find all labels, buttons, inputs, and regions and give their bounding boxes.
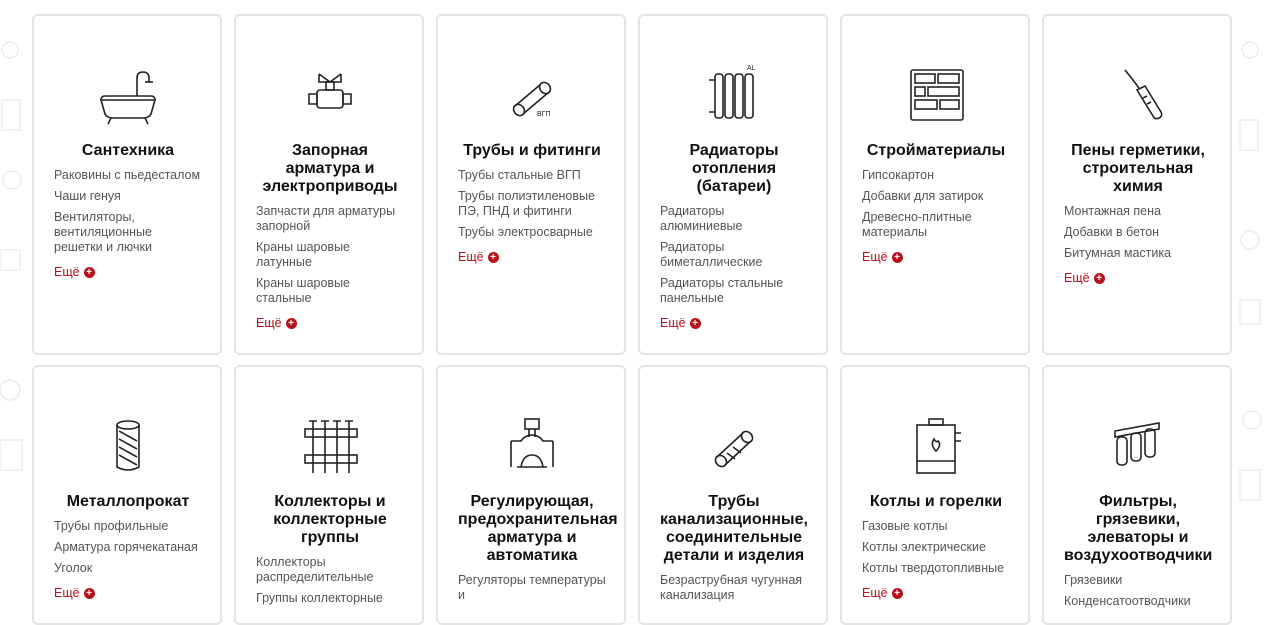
more-link[interactable]: Ещё + <box>458 250 499 264</box>
category-card[interactable]: Коллекторы и коллекторные группы Коллект… <box>234 365 424 625</box>
bricks-icon <box>910 69 964 121</box>
card-link[interactable]: Битумная мастика <box>1064 246 1212 261</box>
category-card[interactable]: Сантехника Раковины с пьедесталом Чаши г… <box>32 14 222 355</box>
card-link[interactable]: Конденсатоотводчики <box>1064 594 1212 609</box>
category-card[interactable]: Запорная арматура и электроприводы Запча… <box>234 14 424 355</box>
category-card[interactable]: Стройматериалы Гипсокартон Добавки для з… <box>840 14 1030 355</box>
metal-roll-icon <box>116 420 140 471</box>
category-card[interactable]: Регулирующая, предохранительная арматура… <box>436 365 626 625</box>
more-link[interactable]: Ещё + <box>256 316 297 330</box>
more-link[interactable]: Ещё + <box>1064 271 1105 285</box>
card-link[interactable]: Котлы электрические <box>862 540 1010 555</box>
card-title[interactable]: Регулирующая, предохранительная арматура… <box>458 493 618 565</box>
card-link[interactable]: Монтажная пена <box>1064 204 1212 219</box>
card-link[interactable]: Добавки для затирок <box>862 189 1010 204</box>
card-link[interactable]: Котлы твердотопливные <box>862 561 1010 576</box>
card-link[interactable]: Трубы полиэтиленовые ПЭ, ПНД и фитинги <box>458 189 606 219</box>
filter-icon <box>1114 422 1160 466</box>
manifold-icon <box>304 420 358 473</box>
card-title[interactable]: Фильтры, грязевики, элеваторы и воздухоо… <box>1064 493 1212 565</box>
more-label: Ещё <box>54 586 80 600</box>
card-link[interactable]: Трубы электросварные <box>458 225 606 240</box>
category-card[interactable]: AL Радиаторы отопления (батареи) Радиато… <box>638 14 828 355</box>
category-card[interactable]: ВГП Трубы и фитинги Трубы стальные ВГП Т… <box>436 14 626 355</box>
card-title[interactable]: Коллекторы и коллекторные группы <box>256 493 404 547</box>
plus-icon: + <box>487 251 499 263</box>
sewer-pipe-icon <box>714 430 754 468</box>
category-card[interactable]: Пены герметики, строительная химия Монта… <box>1042 14 1232 355</box>
more-label: Ещё <box>1064 271 1090 285</box>
card-link[interactable]: Уголок <box>54 561 202 576</box>
pipe-vgp-icon: ВГП <box>512 81 552 118</box>
sealant-tube-icon <box>1124 69 1163 120</box>
card-title[interactable]: Стройматериалы <box>862 142 1010 160</box>
plus-icon: + <box>1093 272 1105 284</box>
plus-icon: + <box>83 587 95 599</box>
more-link[interactable]: Ещё + <box>54 265 95 279</box>
more-label: Ещё <box>256 316 282 330</box>
card-link[interactable]: Безраструбная чугунная канализация <box>660 573 808 603</box>
category-card[interactable]: Фильтры, грязевики, элеваторы и воздухоо… <box>1042 365 1232 625</box>
card-link[interactable]: Коллекторы распределительные <box>256 555 404 585</box>
card-link[interactable]: Радиаторы биметаллические <box>660 240 808 270</box>
more-link[interactable]: Ещё + <box>862 250 903 264</box>
card-title[interactable]: Пены герметики, строительная химия <box>1064 142 1212 196</box>
more-label: Ещё <box>458 250 484 264</box>
category-card[interactable]: Трубы канализационные, соединительные де… <box>638 365 828 625</box>
card-link[interactable]: Краны шаровые латунные <box>256 240 404 270</box>
card-title[interactable]: Радиаторы отопления (батареи) <box>660 142 808 196</box>
card-title[interactable]: Сантехника <box>54 142 202 160</box>
plus-icon: + <box>689 317 701 329</box>
regulator-valve-icon <box>510 418 554 468</box>
card-title[interactable]: Металлопрокат <box>54 493 202 511</box>
more-link[interactable]: Ещё + <box>54 586 95 600</box>
card-link[interactable]: Арматура горячекатаная <box>54 540 202 555</box>
boiler-icon <box>916 418 961 474</box>
more-label: Ещё <box>54 265 80 279</box>
card-link[interactable]: Грязевики <box>1064 573 1212 588</box>
more-link[interactable]: Ещё + <box>862 586 903 600</box>
plus-icon: + <box>83 266 95 278</box>
plus-icon: + <box>891 251 903 263</box>
radiator-icon: AL <box>709 65 756 119</box>
more-label: Ещё <box>660 316 686 330</box>
card-link[interactable]: Радиаторы стальные панельные <box>660 276 808 306</box>
category-grid: Сантехника Раковины с пьедесталом Чаши г… <box>32 14 1232 625</box>
card-link[interactable]: Раковины с пьедесталом <box>54 168 202 183</box>
more-link[interactable]: Ещё + <box>660 316 701 330</box>
card-link[interactable]: Вентиляторы, вентиляционные решетки и лю… <box>54 210 202 255</box>
card-link[interactable]: Краны шаровые стальные <box>256 276 404 306</box>
card-link[interactable]: Древесно-плитные материалы <box>862 210 1010 240</box>
card-link[interactable]: Трубы стальные ВГП <box>458 168 606 183</box>
bathtub-icon <box>99 71 157 125</box>
card-title[interactable]: Котлы и горелки <box>862 493 1010 511</box>
more-label: Ещё <box>862 250 888 264</box>
card-title[interactable]: Трубы канализационные, соединительные де… <box>660 493 808 565</box>
more-label: Ещё <box>862 586 888 600</box>
card-link[interactable]: Газовые котлы <box>862 519 1010 534</box>
valve-icon <box>308 73 352 109</box>
plus-icon: + <box>891 587 903 599</box>
card-link[interactable]: Регуляторы температуры и <box>458 573 606 603</box>
card-link[interactable]: Запчасти для арматуры запорной <box>256 204 404 234</box>
card-link[interactable]: Чаши генуя <box>54 189 202 204</box>
card-link[interactable]: Группы коллекторные <box>256 591 404 606</box>
svg-text:AL: AL <box>747 65 756 72</box>
card-link[interactable]: Гипсокартон <box>862 168 1010 183</box>
category-card[interactable]: Котлы и горелки Газовые котлы Котлы элек… <box>840 365 1030 625</box>
svg-text:ВГП: ВГП <box>537 111 551 118</box>
card-title[interactable]: Трубы и фитинги <box>458 142 606 160</box>
card-link[interactable]: Радиаторы алюминиевые <box>660 204 808 234</box>
category-card[interactable]: Металлопрокат Трубы профильные Арматура … <box>32 365 222 625</box>
card-link[interactable]: Добавки в бетон <box>1064 225 1212 240</box>
card-link[interactable]: Трубы профильные <box>54 519 202 534</box>
plus-icon: + <box>285 317 297 329</box>
card-title[interactable]: Запорная арматура и электроприводы <box>256 142 404 196</box>
